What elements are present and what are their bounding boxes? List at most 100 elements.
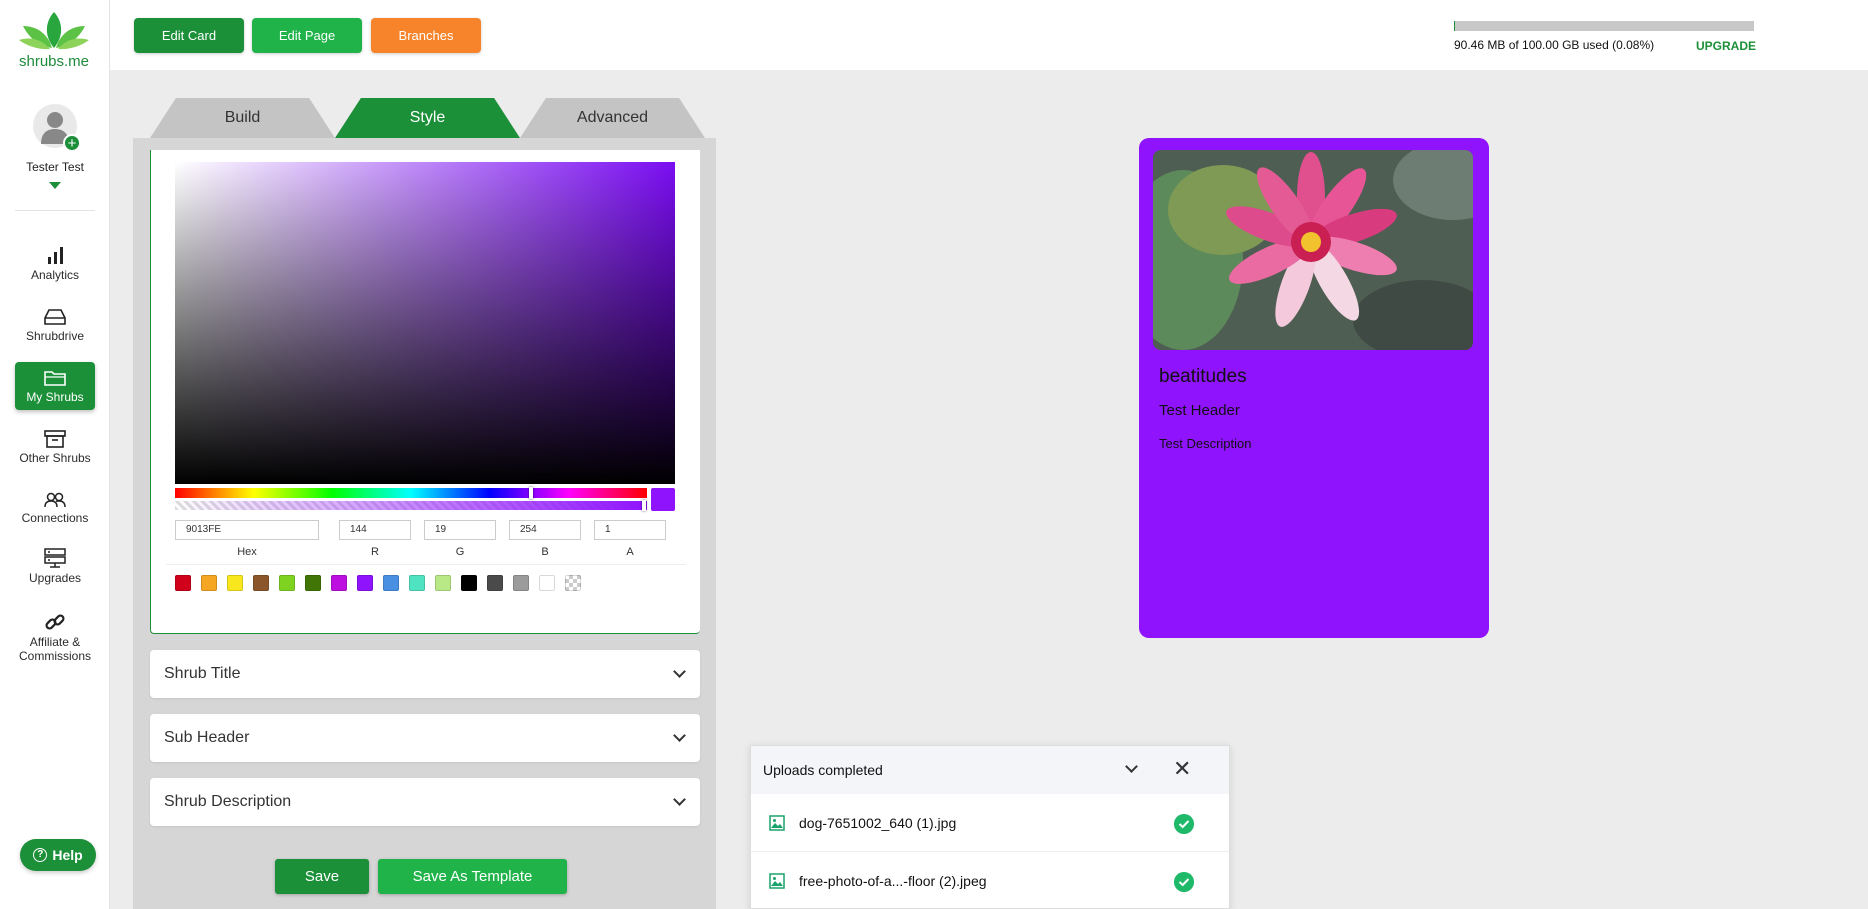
tab-build[interactable]: Build [150,98,335,138]
nav-label: Affiliate & Commissions [18,635,91,663]
close-icon[interactable]: ✕ [1173,758,1191,780]
section-label: Sub Header [164,729,250,746]
nav-label: My Shrubs [26,390,84,404]
branches-button[interactable]: Branches [371,18,481,53]
profile[interactable]: + Tester Test [0,104,110,189]
edit-page-button[interactable]: Edit Page [252,18,362,53]
nav-shrubdrive[interactable]: Shrubdrive [15,308,95,343]
preset-swatch[interactable] [435,575,451,591]
blue-input[interactable]: 254 [509,520,581,540]
lotus-flower-image [1153,150,1473,350]
preset-swatch[interactable] [227,575,243,591]
edit-card-button[interactable]: Edit Card [134,18,244,53]
save-button[interactable]: Save [275,859,369,894]
chevron-down-icon [673,793,686,806]
preset-swatch[interactable] [279,575,295,591]
nav-affiliate[interactable]: Affiliate & Commissions [15,612,95,663]
hex-input[interactable]: 9013FE [175,520,319,540]
alpha-slider-handle[interactable] [642,500,646,511]
nav-upgrades[interactable]: Upgrades [15,548,95,585]
upload-file-name: free-photo-of-a...-floor (2).jpeg [799,872,987,889]
chevron-down-icon[interactable] [1125,760,1138,773]
help-button[interactable]: ? Help [20,839,96,871]
bar-chart-icon [48,247,63,264]
red-input[interactable]: 144 [339,520,411,540]
avatar[interactable]: + [33,104,81,152]
tab-style[interactable]: Style [335,98,520,138]
upload-file-name: dog-7651002_640 (1).jpg [799,814,957,831]
hue-slider-handle[interactable] [529,487,533,499]
help-label: Help [52,847,83,863]
preset-swatch[interactable] [253,575,269,591]
preset-swatch[interactable] [175,575,191,591]
logo[interactable]: shrubs.me [14,10,94,70]
preset-swatch[interactable] [513,575,529,591]
alpha-input[interactable]: 1 [594,520,666,540]
section-label: Shrub Description [164,793,292,810]
blue-label: B [541,546,549,558]
chevron-down-icon[interactable] [49,182,61,189]
alpha-slider[interactable] [175,501,647,510]
nav-analytics[interactable]: Analytics [15,247,95,282]
tab-advanced[interactable]: Advanced [520,98,705,138]
drive-icon [44,309,66,325]
upgrade-link[interactable]: UPGRADE [1696,39,1756,53]
image-file-icon [769,814,785,831]
color-picker: 9013FE 144 19 254 1 Hex R G B A [150,150,700,634]
chevron-down-icon [673,729,686,742]
saturation-area[interactable] [175,162,675,484]
save-as-template-button[interactable]: Save As Template [378,859,567,894]
upload-item[interactable]: free-photo-of-a...-floor (2).jpeg [751,852,1229,909]
archive-icon [44,430,66,448]
storage-bar [1454,21,1754,31]
hue-slider[interactable] [175,488,647,498]
nav-label: Connections [21,511,89,525]
add-profile-icon[interactable]: + [63,134,81,152]
card-preview: beatitudes Test Header Test Description [1139,138,1489,638]
chevron-down-icon [673,665,686,678]
preset-swatch[interactable] [409,575,425,591]
leaf-logo-icon [19,12,89,50]
uploads-panel: Uploads completed ✕ dog-7651002_640 (1).… [750,745,1230,909]
preset-swatch[interactable] [331,575,347,591]
question-icon: ? [33,848,48,862]
nav-label: Analytics [30,268,80,282]
red-label: R [371,546,379,558]
storage-text: 90.46 MB of 100.00 GB used (0.08%) [1454,38,1655,52]
user-name: Tester Test [26,160,84,174]
server-icon [44,548,66,568]
preset-swatch[interactable] [383,575,399,591]
shrub-description-section[interactable]: Shrub Description [150,778,700,826]
preset-swatch[interactable] [487,575,503,591]
preset-swatch[interactable] [539,575,555,591]
top-bar: Edit Card Edit Page Branches 90.46 MB of… [110,0,1868,70]
nav-label: Shrubdrive [25,329,85,343]
divider [15,210,95,211]
preset-swatch[interactable] [305,575,321,591]
nav-other-shrubs[interactable]: Other Shrubs [15,430,95,465]
users-icon [44,492,66,508]
link-icon [45,614,65,630]
nav-my-shrubs[interactable]: My Shrubs [15,362,95,410]
preset-swatch[interactable] [357,575,373,591]
green-input[interactable]: 19 [424,520,496,540]
upload-item[interactable]: dog-7651002_640 (1).jpg [751,794,1229,852]
nav-connections[interactable]: Connections [15,492,95,525]
preset-swatch[interactable] [565,575,581,591]
preset-swatch[interactable] [461,575,477,591]
shrub-title-section[interactable]: Shrub Title [150,650,700,698]
image-file-icon [769,872,785,889]
sub-header-section[interactable]: Sub Header [150,714,700,762]
green-label: G [455,546,465,558]
uploads-header: Uploads completed ✕ [751,746,1229,794]
divider [166,564,686,565]
color-preview-swatch [651,488,675,511]
nav-label: Other Shrubs [19,451,91,465]
check-circle-icon [1174,814,1194,834]
folder-icon [44,371,66,386]
card-header: Test Header [1159,402,1240,419]
brand-name: shrubs.me [18,53,90,70]
uploads-title: Uploads completed [763,762,883,778]
preset-swatch[interactable] [201,575,217,591]
card-title: beatitudes [1159,366,1247,387]
